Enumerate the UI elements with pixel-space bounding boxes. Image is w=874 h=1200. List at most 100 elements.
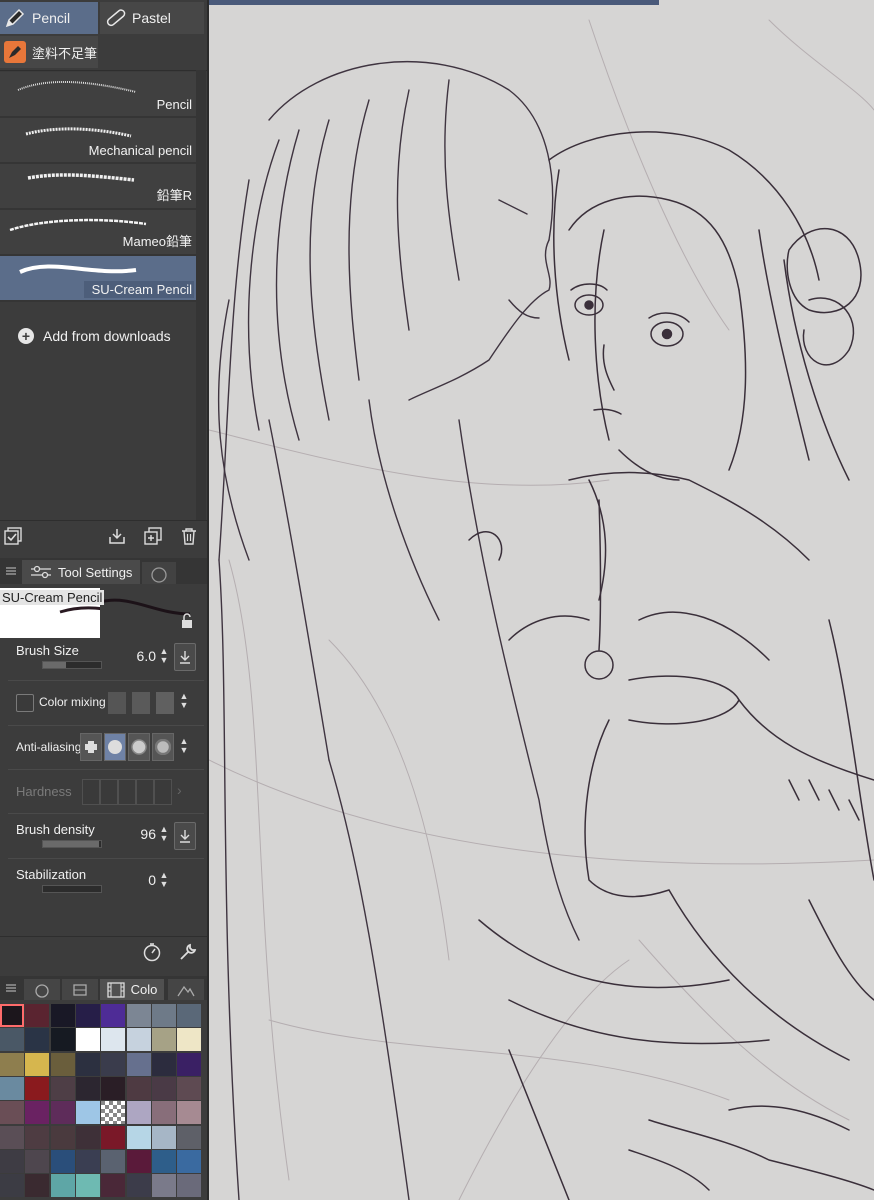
color-swatch[interactable] [25,1125,50,1149]
color-swatch[interactable] [25,1076,50,1100]
color-swatch[interactable] [25,1052,50,1076]
trash-icon[interactable] [178,525,200,547]
color-swatch[interactable] [0,1076,24,1100]
color-swatch[interactable] [75,1125,100,1149]
color-swatch[interactable] [75,1028,100,1052]
stabilization-value[interactable]: 0 [120,872,156,888]
duplicate-icon[interactable] [142,525,164,547]
color-swatch[interactable] [177,1125,202,1149]
color-swatch[interactable] [126,1149,151,1173]
brush-size-slider[interactable] [42,661,102,669]
color-swatch[interactable] [25,1101,50,1125]
brush-size-stepper[interactable]: ▲ ▼ [158,647,170,667]
color-swatch[interactable] [151,1149,176,1173]
color-mixing-mode-1[interactable] [108,692,126,714]
tool-tab-sub[interactable]: 塗料不足筆 [0,36,98,68]
color-swatch[interactable] [50,1052,75,1076]
color-swatch[interactable] [75,1149,100,1173]
color-swatch[interactable] [50,1076,75,1100]
color-mixing-stepper[interactable]: ▲ ▼ [178,692,190,712]
color-swatch[interactable] [126,1028,151,1052]
color-swatch[interactable] [25,1174,50,1198]
color-swatch[interactable] [25,1004,50,1027]
color-swatch[interactable] [0,1174,24,1198]
color-swatch[interactable] [177,1052,202,1076]
color-mixing-checkbox[interactable] [16,694,34,712]
brush-item-mechanical-pencil[interactable]: Mechanical pencil [0,118,196,164]
color-swatch[interactable] [177,1028,202,1052]
color-swatch[interactable] [50,1125,75,1149]
menu-icon[interactable] [0,977,22,999]
wrench-icon[interactable] [177,941,199,963]
color-swatch[interactable] [101,1101,126,1125]
stabilization-stepper[interactable]: ▲ ▼ [158,871,170,891]
color-swatch[interactable] [0,1004,24,1027]
anti-aliasing-none[interactable] [80,733,102,761]
tab-secondary[interactable] [142,562,176,584]
tab-intermediate-color[interactable] [168,979,204,1000]
brush-list-scrollbar[interactable] [196,70,206,520]
color-swatch[interactable] [50,1004,75,1027]
anti-aliasing-medium[interactable] [128,733,150,761]
tab-tool-settings[interactable]: Tool Settings [22,560,140,584]
brush-item-su-cream-pencil[interactable]: SU-Cream Pencil [0,256,196,302]
color-swatch[interactable] [101,1149,126,1173]
color-swatch[interactable] [177,1004,202,1027]
color-swatch[interactable] [75,1076,100,1100]
anti-aliasing-weak[interactable] [104,733,126,761]
color-swatch[interactable] [126,1125,151,1149]
tab-color-wheel[interactable] [24,979,60,1000]
brush-density-value[interactable]: 96 [120,826,156,842]
stopwatch-icon[interactable] [141,941,163,963]
color-mixing-mode-3[interactable] [156,692,174,714]
drawing-canvas[interactable] [209,0,874,1200]
color-mixing-mode-2[interactable] [132,692,150,714]
checkbox-icon[interactable] [2,525,24,547]
brush-size-download-button[interactable] [174,643,196,671]
color-swatch[interactable] [101,1004,126,1027]
add-from-downloads-button[interactable]: + Add from downloads [18,328,171,344]
color-swatch[interactable] [126,1174,151,1198]
color-swatch[interactable] [50,1101,75,1125]
color-swatch[interactable] [0,1052,24,1076]
color-swatch[interactable] [126,1101,151,1125]
color-swatch[interactable] [75,1004,100,1027]
lock-icon[interactable] [176,610,198,632]
tab-color-history[interactable]: Colo [100,979,164,1000]
color-swatch[interactable] [25,1028,50,1052]
stabilization-slider[interactable] [42,885,102,893]
color-swatch[interactable] [0,1028,24,1052]
color-swatch[interactable] [177,1149,202,1173]
color-swatch[interactable] [126,1004,151,1027]
brush-item-pencil-r[interactable]: 鉛筆R [0,164,196,210]
tool-tab-pencil[interactable]: Pencil [0,2,98,34]
color-swatch[interactable] [126,1052,151,1076]
brush-density-stepper[interactable]: ▲ ▼ [158,825,170,845]
color-swatch[interactable] [151,1125,176,1149]
color-swatch[interactable] [126,1076,151,1100]
color-swatch[interactable] [177,1101,202,1125]
tab-color-set[interactable] [62,979,98,1000]
color-swatch[interactable] [151,1028,176,1052]
color-swatch[interactable] [101,1052,126,1076]
color-swatch[interactable] [25,1149,50,1173]
color-swatch[interactable] [151,1174,176,1198]
brush-item-pencil[interactable]: Pencil [0,72,196,118]
color-swatch[interactable] [50,1149,75,1173]
color-swatch[interactable] [50,1028,75,1052]
brush-density-download-button[interactable] [174,822,196,850]
brush-density-slider[interactable] [42,840,102,848]
tool-tab-pastel[interactable]: Pastel [100,2,204,34]
import-icon[interactable] [106,525,128,547]
anti-aliasing-stepper[interactable]: ▲ ▼ [178,737,190,757]
color-swatch[interactable] [101,1076,126,1100]
color-swatch[interactable] [177,1174,202,1198]
menu-icon[interactable] [0,560,22,582]
color-swatch[interactable] [151,1052,176,1076]
color-swatch[interactable] [151,1076,176,1100]
color-swatch[interactable] [75,1101,100,1125]
color-swatch[interactable] [151,1101,176,1125]
brush-size-value[interactable]: 6.0 [120,648,156,664]
color-swatch[interactable] [50,1174,75,1198]
color-swatch[interactable] [75,1052,100,1076]
